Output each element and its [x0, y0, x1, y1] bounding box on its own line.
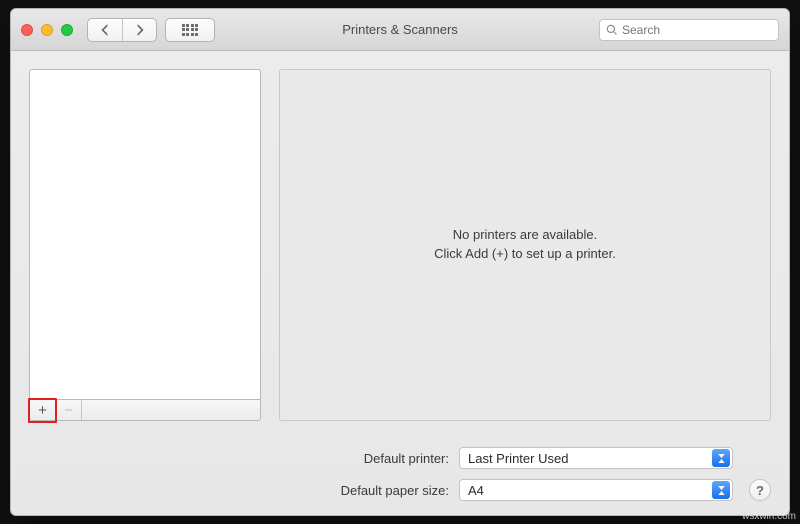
- printer-list-toolbar: + −: [29, 399, 261, 421]
- search-icon: [606, 24, 618, 36]
- nav-back-forward: [87, 18, 157, 42]
- search-input[interactable]: [622, 23, 777, 37]
- back-button[interactable]: [88, 19, 122, 41]
- chevron-right-icon: [134, 24, 146, 36]
- default-printer-value: Last Printer Used: [468, 451, 568, 466]
- forward-button[interactable]: [122, 19, 156, 41]
- zoom-window-button[interactable]: [61, 24, 73, 36]
- close-window-button[interactable]: [21, 24, 33, 36]
- select-stepper-icon: [712, 449, 730, 467]
- default-paper-select[interactable]: A4: [459, 479, 733, 501]
- search-field[interactable]: [599, 19, 779, 41]
- empty-state-line1: No printers are available.: [453, 226, 598, 245]
- default-paper-value: A4: [468, 483, 484, 498]
- empty-state-line2: Click Add (+) to set up a printer.: [434, 245, 616, 264]
- grid-icon: [182, 24, 198, 36]
- default-paper-row: Default paper size: A4 ?: [29, 479, 771, 501]
- default-printer-select[interactable]: Last Printer Used: [459, 447, 733, 469]
- preferences-window: Printers & Scanners + − No printers are …: [10, 8, 790, 516]
- chevron-left-icon: [99, 24, 111, 36]
- printer-list[interactable]: [29, 69, 261, 399]
- default-printer-row: Default printer: Last Printer Used: [29, 447, 771, 469]
- bottom-controls: Default printer: Last Printer Used Defau…: [11, 439, 789, 515]
- printer-details-panel: No printers are available. Click Add (+)…: [279, 69, 771, 421]
- window-controls: [21, 24, 73, 36]
- titlebar: Printers & Scanners: [11, 9, 789, 51]
- show-all-button[interactable]: [165, 18, 215, 42]
- minimize-window-button[interactable]: [41, 24, 53, 36]
- default-printer-label: Default printer:: [29, 451, 449, 466]
- content-area: + − No printers are available. Click Add…: [11, 51, 789, 439]
- help-button[interactable]: ?: [749, 479, 771, 501]
- remove-printer-button: −: [56, 400, 82, 420]
- default-paper-label: Default paper size:: [29, 483, 449, 498]
- select-stepper-icon: [712, 481, 730, 499]
- add-printer-button[interactable]: +: [30, 400, 56, 420]
- printers-sidebar: + −: [29, 69, 261, 421]
- window-title: Printers & Scanners: [342, 22, 458, 37]
- watermark: wsxwin.com: [742, 511, 796, 522]
